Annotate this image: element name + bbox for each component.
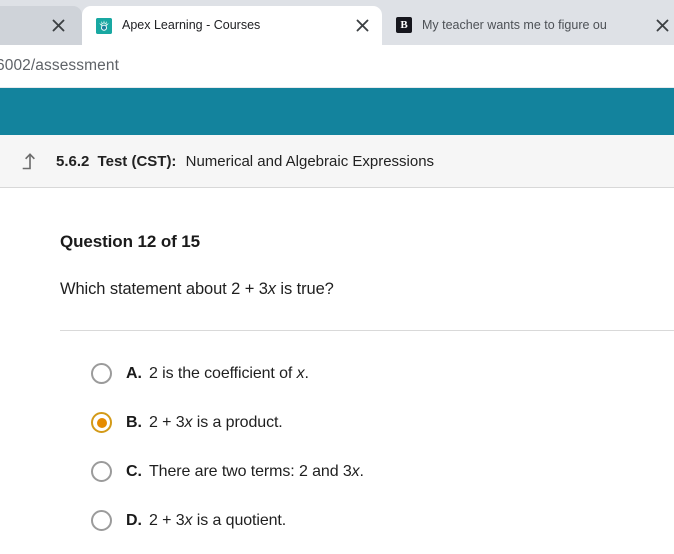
option-text-part1: There are two terms: 2 and 3 [149, 462, 352, 480]
option-letter: B. [126, 413, 142, 431]
assessment-subject: Numerical and Algebraic Expressions [185, 152, 435, 170]
assessment-title: 5.6.2 Test (CST): Numerical and Algebrai… [56, 153, 434, 170]
option-text-part2: . [359, 462, 364, 480]
assessment-header: 5.6.2 Test (CST): Numerical and Algebrai… [0, 135, 674, 188]
option-letter: D. [126, 511, 142, 529]
math-variable: x [267, 280, 276, 298]
option-text: 2 + 3x is a product. [149, 414, 283, 432]
option-text-part2: is a product. [192, 413, 283, 431]
radio-button-a[interactable] [91, 363, 112, 384]
page-content: 5.6.2 Test (CST): Numerical and Algebrai… [0, 88, 674, 545]
radio-button-c[interactable] [91, 461, 112, 482]
answer-option-d[interactable]: D. 2 + 3x is a quotient. [60, 496, 674, 545]
browser-tab-strip: Apex Learning - Courses B My teacher wan… [0, 0, 674, 45]
apex-logo-icon [96, 17, 112, 34]
option-text: 2 is the coefficient of x. [149, 365, 309, 383]
option-text-part1: 2 + 3 [149, 413, 185, 431]
option-letter: A. [126, 364, 142, 382]
browser-tab-brainly[interactable]: B My teacher wants me to figure ou [382, 5, 674, 45]
option-text-part2: is a quotient. [192, 511, 287, 529]
question-prompt-part1: Which statement about 2 + 3 [60, 280, 268, 298]
browser-tab-clipped[interactable] [0, 6, 82, 45]
address-bar-url[interactable]: 6002/assessment [0, 57, 119, 75]
close-icon[interactable] [350, 14, 374, 38]
close-icon[interactable] [650, 13, 674, 37]
option-letter: C. [126, 462, 142, 480]
option-text-part2: . [304, 364, 309, 382]
brainly-logo-icon: B [396, 17, 412, 33]
site-brand-bar [0, 88, 674, 135]
tab-title: My teacher wants me to figure ou [422, 17, 607, 32]
option-text-part1: 2 is the coefficient of [149, 364, 297, 382]
activity-type: Test (CST): [97, 152, 177, 170]
lesson-number: 5.6.2 [56, 152, 90, 170]
question-progress-label: Question 12 of 15 [60, 232, 201, 251]
question-prompt-part2: is true? [275, 280, 334, 298]
option-text-part1: 2 + 3 [149, 511, 185, 529]
close-icon[interactable] [46, 14, 70, 38]
brainly-logo-letter: B [400, 19, 408, 31]
answer-option-b[interactable]: B. 2 + 3x is a product. [60, 398, 674, 447]
browser-tab-apex-learning[interactable]: Apex Learning - Courses [82, 6, 382, 45]
question-area: Question 12 of 15 Which statement about … [0, 188, 674, 545]
math-variable: x [351, 462, 360, 480]
option-text: There are two terms: 2 and 3x. [149, 463, 364, 481]
answer-option-c[interactable]: C. There are two terms: 2 and 3x. [60, 447, 674, 496]
option-text: 2 + 3x is a quotient. [149, 512, 286, 530]
answer-options-list: A. 2 is the coefficient of x. B. 2 + 3x … [60, 331, 674, 545]
tab-title: Apex Learning - Courses [122, 18, 261, 32]
math-variable: x [296, 364, 305, 382]
question-prompt: Which statement about 2 + 3x is true? [60, 252, 674, 299]
address-bar[interactable]: 6002/assessment [0, 45, 674, 88]
radio-button-b[interactable] [91, 412, 112, 433]
exit-up-arrow-icon[interactable] [16, 148, 42, 174]
answer-option-a[interactable]: A. 2 is the coefficient of x. [60, 349, 674, 398]
radio-button-d[interactable] [91, 510, 112, 531]
